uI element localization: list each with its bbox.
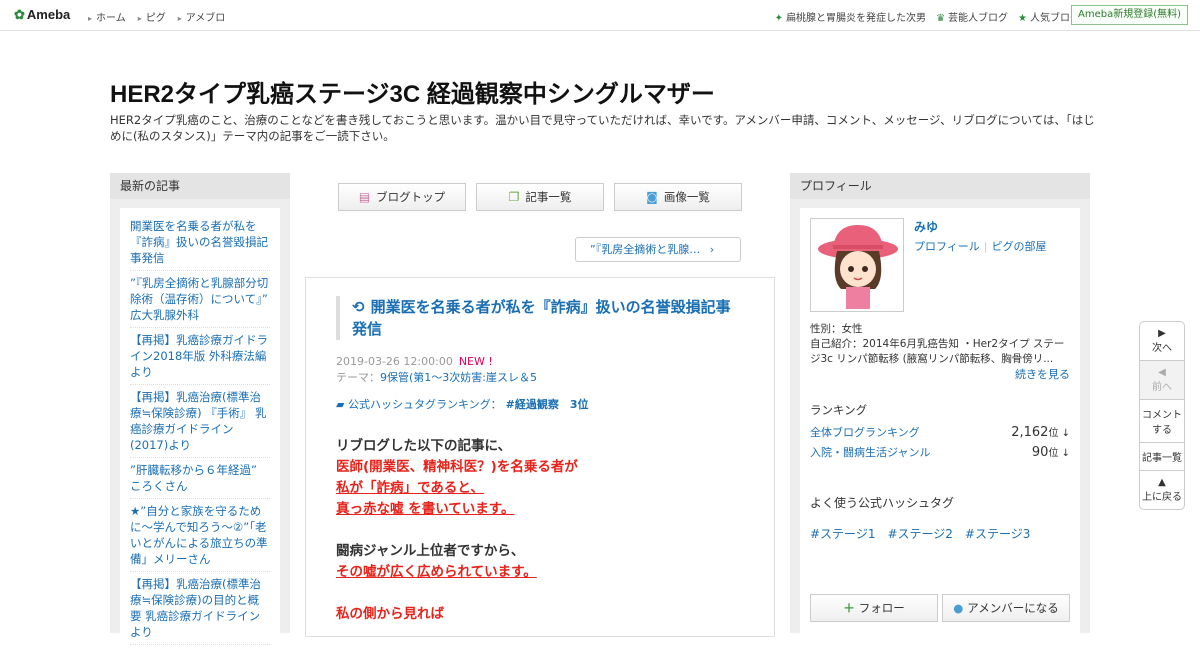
back-to-top-button[interactable]: ▲ 上に戻る xyxy=(1140,471,1184,509)
sparkle-icon: ✦ xyxy=(774,13,784,24)
recent-article-link[interactable]: ”肝臓転移から６年経過” ころくさん xyxy=(130,460,270,499)
nav-home[interactable]: ホーム xyxy=(88,9,126,24)
up-icon: ▲ xyxy=(1158,477,1166,488)
nav-ameblo[interactable]: アメブロ xyxy=(178,9,226,24)
trend-link[interactable]: ✦ 扁桃腺と胃腸炎を発症した次男 xyxy=(775,9,926,24)
recent-articles-panel: 最新の記事 開業医を名乗る者が私を『詐病』扱いの名誉毀損記事発信 ”『乳房全摘術… xyxy=(110,173,290,648)
document-icon: ▤ xyxy=(358,190,371,204)
ameba-logo[interactable]: ✿ Ameba xyxy=(14,7,70,23)
amember-button[interactable]: ● アメンバーになる xyxy=(942,594,1070,622)
comment-button[interactable]: コメントする xyxy=(1140,400,1184,443)
blog-description: HER2タイプ乳癌のこと、治療のことなどを書き残しておこうと思います。温かい目で… xyxy=(110,113,1095,143)
signup-button[interactable]: Ameba新規登録(無料) xyxy=(1070,5,1188,25)
pigg-room-link[interactable]: ピグの部屋 xyxy=(992,240,1047,253)
nav-pigg[interactable]: ピグ xyxy=(138,9,166,24)
next-button[interactable]: ▶ 次へ xyxy=(1140,322,1184,361)
chat-icon: ● xyxy=(953,601,964,615)
article-list-button[interactable]: ❐ 記事一覧 xyxy=(476,183,604,211)
reblog-icon: ⟲ xyxy=(352,298,365,316)
new-badge: NEW ! xyxy=(458,355,493,368)
next-article-button[interactable]: ”『乳房全摘術と乳腺… › xyxy=(575,237,741,262)
profile-link[interactable]: プロフィール xyxy=(914,240,980,253)
plus-icon: ＋ xyxy=(843,601,855,615)
recent-article-link[interactable]: ★”自分と家族を守るために～学んで知ろう～②”「老いとがんによる旅立ちの準備」メ… xyxy=(130,501,270,572)
article-title[interactable]: ⟲ 開業医を名乗る者が私を『詐病』扱いの名誉毀損記事発信 xyxy=(336,296,744,340)
article-meta: 2019-03-26 12:00:00 NEW ! テーマ：9保管(第1～3次妨害… xyxy=(336,354,744,386)
recent-article-link[interactable]: ”『乳房全摘術と乳腺部分切除術（温存術）について』” 広大乳腺外科 xyxy=(130,273,270,328)
ranking-section: ランキング 全体ブログランキング 2,162位 ↓ 入院・闘病生活ジャンル 90位 … xyxy=(810,403,1070,460)
recent-article-link[interactable]: 【再掲】乳癌治療(標準治療≒保険診療) 『手術』 乳癌診療ガイドライン(2017… xyxy=(130,387,270,458)
recent-article-link[interactable]: 開業医を名乗る者が私を『詐病』扱いの名誉毀損記事発信 xyxy=(130,216,270,271)
top-bar: ✿Ameba ホーム ピグ アメブロ ✦扁桃腺と胃腸炎を発症した次男 ♛芸能人ブ… xyxy=(0,0,1200,31)
side-navigation: ▶ 次へ ◀ 前へ コメントする 記事一覧 ▲ 上に戻る xyxy=(1139,321,1185,510)
play-icon: ▶ xyxy=(1158,328,1166,339)
profile-name[interactable]: みゆ xyxy=(914,218,938,235)
tag-icon: ▰ xyxy=(336,398,345,411)
chevron-right-icon: › xyxy=(709,243,715,256)
recent-article-link[interactable]: 【再掲】乳癌診療ガイドライン2018年版 外科療法編より xyxy=(130,330,270,385)
blog-title[interactable]: HER2タイプ乳癌ステージ3C 経過観察中シングルマザー xyxy=(110,74,715,109)
theme-label: テーマ： xyxy=(336,371,380,384)
article: ⟲ 開業医を名乗る者が私を『詐病』扱いの名誉毀損記事発信 2019-03-26 1… xyxy=(305,277,775,637)
image-list-button[interactable]: ◙ 画像一覧 xyxy=(614,183,742,211)
profile-info: 性別：女性 自己紹介：2014年6月乳癌告知 ・Her2タイプ ステージ3c リ… xyxy=(810,323,1065,365)
pages-icon: ❐ xyxy=(508,190,520,204)
prev-button[interactable]: ◀ 前へ xyxy=(1140,361,1184,400)
recent-articles-heading: 最新の記事 xyxy=(110,173,290,199)
article-date: 2019-03-26 12:00:00 xyxy=(336,355,453,368)
read-more-link[interactable]: 続きを見る xyxy=(1015,366,1070,382)
hashtag-link[interactable]: #ステージ1 xyxy=(810,525,875,542)
genre-ranking-link[interactable]: 入院・闘病生活ジャンル xyxy=(810,444,930,460)
hashtag-ranking[interactable]: ▰ 公式ハッシュタグランキング： #経過観察 3位 xyxy=(336,396,744,412)
celebrity-blog-link[interactable]: ♛ 芸能人ブログ xyxy=(936,9,1008,24)
back-icon: ◀ xyxy=(1158,367,1166,378)
avatar[interactable] xyxy=(810,218,904,312)
article-body: リブログした以下の記事に、 医師(開業医、精神科医？)を名乗る者が 私が「詐病」… xyxy=(336,438,578,622)
overall-ranking-link[interactable]: 全体ブログランキング xyxy=(810,424,920,440)
profile-heading: プロフィール xyxy=(790,173,1090,199)
ameba-leaf-icon: ✿ xyxy=(14,7,25,22)
side-article-list-button[interactable]: 記事一覧 xyxy=(1140,443,1184,471)
recent-article-link[interactable]: 【再掲】乳癌治療(標準治療≒保険診療)の目的と概要 乳癌診療ガイドラインより xyxy=(130,574,270,645)
blog-top-button[interactable]: ▤ ブログトップ xyxy=(338,183,466,211)
camera-icon: ◙ xyxy=(646,190,658,204)
hashtag-link[interactable]: #ステージ2 xyxy=(887,525,952,542)
hashtag-section: よく使う公式ハッシュタグ #ステージ1 #ステージ2 #ステージ3 xyxy=(810,496,1031,542)
profile-panel: プロフィール みゆ プロフィール | ピグの部屋 性別：女性 自己紹介：2014年6… xyxy=(790,173,1090,648)
theme-link[interactable]: 9保管(第1～3次妨害:崖スレ＆5 xyxy=(380,371,537,384)
crown-icon: ♛ xyxy=(936,13,946,24)
hashtag-link[interactable]: #ステージ3 xyxy=(965,525,1030,542)
follow-button[interactable]: ＋フォロー xyxy=(810,594,938,622)
star-icon: ★ xyxy=(1018,13,1027,24)
